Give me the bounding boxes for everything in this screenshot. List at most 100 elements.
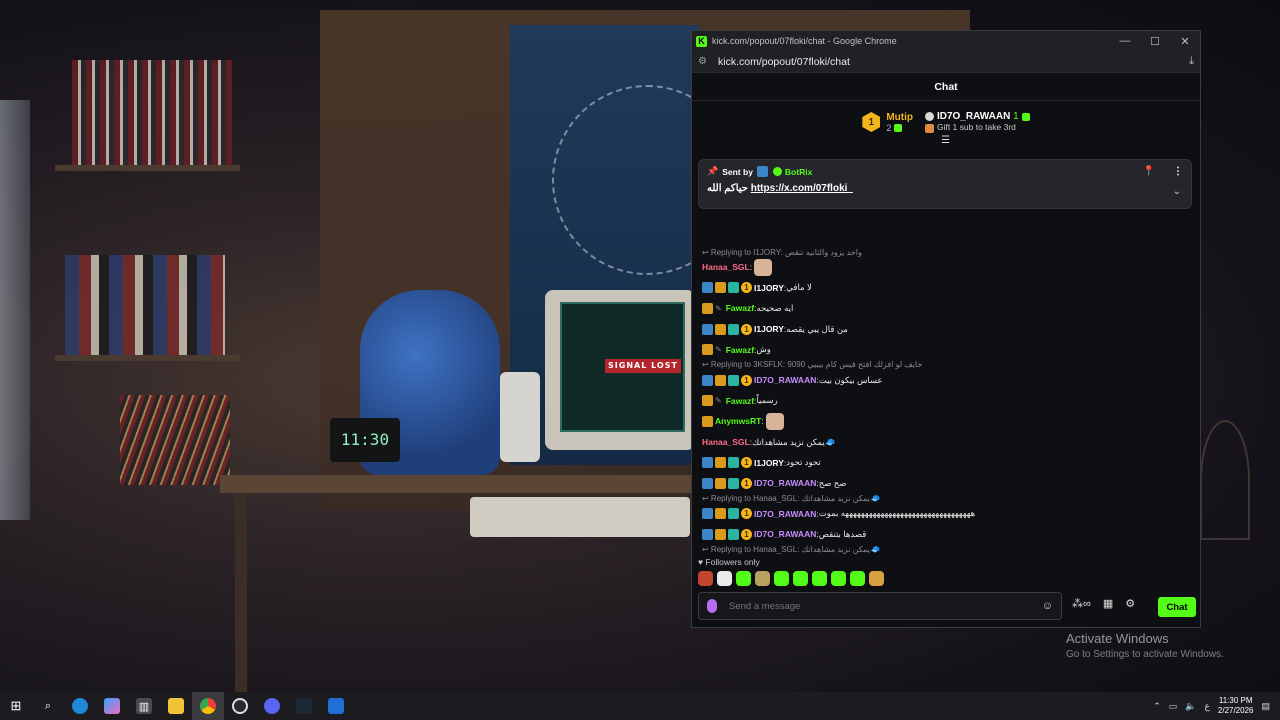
taskbar-clock[interactable]: 11:30 PM 2/27/2026 <box>1218 696 1254 716</box>
chat-username[interactable]: Fawazf <box>726 396 754 406</box>
taskbar-edge[interactable] <box>64 692 96 720</box>
chat-message[interactable]: 1 I1JORY: لا مافي <box>696 278 1196 299</box>
chat-username[interactable]: AnymwsRT <box>715 416 761 426</box>
leader-first[interactable]: Mutip 2 <box>886 112 913 133</box>
chat-header: Chat <box>692 73 1200 101</box>
chat-message[interactable]: AnymwsRT: <box>696 411 1196 432</box>
close-button[interactable]: ✕ <box>1170 31 1200 51</box>
chat-message[interactable]: ✎ Fawazf: رسمياً <box>696 391 1196 412</box>
taskbar-app[interactable] <box>320 692 352 720</box>
message-input[interactable] <box>729 600 1042 612</box>
pin-icon: 📌 <box>707 166 719 176</box>
chat-username[interactable]: ID7O_RAWAAN <box>754 509 816 519</box>
chat-message[interactable]: 1I1JORY: هذي اذا راح يجيب مشروب ممكن نزي… <box>696 555 1196 556</box>
download-icon[interactable]: ⤓ <box>1189 55 1194 68</box>
chat-username[interactable]: I1JORY <box>754 324 784 334</box>
kick-logo-icon: K <box>696 35 707 47</box>
reply-context[interactable]: ↩ Replying to Hanaa_SGL: يمكن نزيد مشاهد… <box>696 494 1196 504</box>
chat-username[interactable]: I1JORY <box>754 283 784 293</box>
emote-icon[interactable] <box>850 571 865 586</box>
taskbar-store[interactable]: ▥ <box>128 692 160 720</box>
chat-message[interactable]: 1 I1JORY: من قال يبي يقصه <box>696 319 1196 340</box>
taskbar-explorer[interactable] <box>160 692 192 720</box>
gift-box-icon[interactable]: ▦ <box>1103 597 1113 610</box>
leader-first-count: 2 <box>886 122 892 133</box>
wallpaper-shelf <box>55 355 240 361</box>
chat-username[interactable]: ID7O_RAWAAN <box>754 375 816 385</box>
start-button[interactable]: ⊞ <box>0 692 32 720</box>
notifications-icon[interactable]: ▤ <box>1261 701 1270 712</box>
chevron-down-icon[interactable]: ⌄ <box>1173 186 1181 197</box>
taskbar-obs[interactable] <box>224 692 256 720</box>
maximize-button[interactable]: ☐ <box>1140 31 1170 51</box>
taskbar-search[interactable]: ⌕ <box>32 692 64 720</box>
pinned-text: حياكم الله <box>707 183 748 194</box>
emote-icon[interactable] <box>812 571 827 586</box>
address-bar[interactable]: ⚙ kick.com/popout/07floki/chat ⤓ <box>692 51 1200 73</box>
pinned-message[interactable]: 📌 Sent by BotRix 📍 ⋮ حياكم الله https://… <box>698 159 1192 209</box>
taskbar-discord[interactable] <box>256 692 288 720</box>
collapse-icon[interactable]: ☰ <box>941 135 950 146</box>
emote-icon[interactable] <box>755 571 770 586</box>
chat-username[interactable]: Hanaa_SGL <box>702 437 750 447</box>
send-chat-button[interactable]: Chat <box>1158 597 1196 617</box>
chat-username[interactable]: Fawazf <box>726 303 754 313</box>
chat-message[interactable]: 1 ID7O_RAWAAN: عساس بيكون بيت <box>696 370 1196 391</box>
title-bar[interactable]: K kick.com/popout/07floki/chat - Google … <box>692 31 1200 51</box>
taskbar-copilot[interactable] <box>96 692 128 720</box>
chat-message[interactable]: ✎ Fawazf: وش <box>696 339 1196 360</box>
chat-message[interactable]: 1 I1JORY: تحود تحود <box>696 452 1196 473</box>
chat-message[interactable]: Hanaa_SGL: يمكن نزيد مشاهداتك🧢 <box>696 432 1196 453</box>
prediction-icon[interactable]: ⁂∞ <box>1072 597 1091 610</box>
unpin-icon[interactable]: 📍 <box>1143 166 1155 177</box>
url-text[interactable]: kick.com/popout/07floki/chat <box>718 56 1189 68</box>
chat-message[interactable]: 1 ID7O_RAWAAN: قصدها بتنقص <box>696 524 1196 545</box>
vip-badge-icon <box>702 323 713 335</box>
chat-message-text: لا مافي <box>786 282 812 293</box>
chat-message-text: قصدها بتنقص <box>818 528 867 539</box>
chat-username[interactable]: ID7O_RAWAAN <box>754 529 816 539</box>
chrome-icon <box>200 698 216 714</box>
steam-icon <box>296 698 312 714</box>
more-options-icon[interactable]: ⋮ <box>1173 166 1183 177</box>
chat-username[interactable]: ID7O_RAWAAN <box>754 478 816 488</box>
language-indicator[interactable]: ع <box>1205 701 1210 712</box>
emote-image-icon[interactable] <box>754 258 773 276</box>
emote-icon[interactable] <box>793 571 808 586</box>
reply-context[interactable]: ↩ Replying to Hanaa_SGL: يمكن نزيد مشاهد… <box>696 545 1196 555</box>
og-badge-icon <box>728 457 739 469</box>
volume-icon[interactable]: 🔈 <box>1185 701 1196 712</box>
pinned-link[interactable]: https://x.com/07floki_ <box>751 183 853 194</box>
settings-gear-icon[interactable]: ⚙ <box>1125 597 1135 610</box>
reply-context[interactable]: ↩ Replying to 3KSFLK: 9090 خايف لو افزلك… <box>696 360 1196 370</box>
vip-badge-icon <box>702 374 713 386</box>
tray-overflow-icon[interactable]: ⌃ <box>1153 701 1161 712</box>
crown-badge-icon <box>702 344 713 356</box>
leader-second[interactable]: ID7O_RAWAAN 1 Gift 1 sub to take 3rd <box>924 111 1030 133</box>
chat-message[interactable]: 1 ID7O_RAWAAN: هههههههههههههههههههههههههه… <box>696 504 1196 525</box>
emote-icon[interactable] <box>698 571 713 586</box>
emoji-picker-icon[interactable]: ☺ <box>1042 600 1053 612</box>
emote-icon[interactable] <box>831 571 846 586</box>
chat-username[interactable]: I1JORY <box>754 458 784 468</box>
message-composer[interactable]: ☺ <box>698 592 1062 620</box>
chat-username[interactable]: Hanaa_SGL <box>702 262 750 272</box>
taskbar-steam[interactable] <box>288 692 320 720</box>
chat-message[interactable]: ✎ Fawazf: ايه صحيحه <box>696 298 1196 319</box>
chat-message[interactable]: Hanaa_SGL: <box>696 257 1196 278</box>
emote-image-icon[interactable] <box>765 412 784 430</box>
emote-icon[interactable] <box>736 571 751 586</box>
site-info-icon[interactable]: ⚙ <box>698 56 714 67</box>
network-icon[interactable]: ▭ <box>1169 701 1178 712</box>
emote-icon[interactable] <box>717 571 732 586</box>
chat-message[interactable]: 1 ID7O_RAWAAN: صح صح <box>696 473 1196 494</box>
chat-feed[interactable]: ↩ Replying to I1JORY: واحد يزود والثانيه… <box>696 151 1196 556</box>
emote-icon[interactable] <box>869 571 884 586</box>
minimize-button[interactable]: — <box>1110 31 1140 51</box>
taskbar-chrome[interactable] <box>192 692 224 720</box>
reply-context[interactable]: ↩ Replying to I1JORY: واحد يزود والثانيه… <box>696 247 1196 257</box>
bot-name[interactable]: BotRix <box>785 167 812 177</box>
emote-icon[interactable] <box>774 571 789 586</box>
chat-username[interactable]: Fawazf <box>726 345 754 355</box>
mic-icon[interactable] <box>707 599 717 613</box>
